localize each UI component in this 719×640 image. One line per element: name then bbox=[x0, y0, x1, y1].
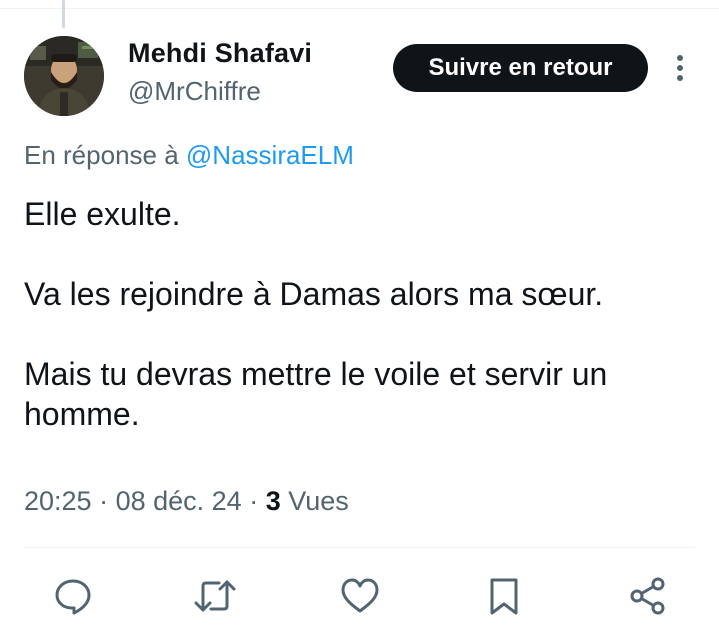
meta-separator: · bbox=[99, 486, 116, 516]
tweet-date[interactable]: 08 déc. 24 bbox=[116, 486, 242, 516]
share-icon bbox=[630, 577, 665, 615]
actions-divider bbox=[24, 547, 695, 548]
reply-prefix: En réponse à bbox=[24, 140, 179, 170]
action-bar bbox=[0, 574, 719, 618]
retweet-icon bbox=[194, 580, 236, 612]
avatar[interactable] bbox=[24, 36, 104, 116]
reply-button[interactable] bbox=[51, 574, 95, 618]
meta-separator: · bbox=[249, 486, 266, 516]
tweet-time[interactable]: 20:25 bbox=[24, 486, 92, 516]
tweet-meta: 20:25 · 08 déc. 24 · 3 Vues bbox=[24, 486, 349, 517]
bookmark-icon bbox=[490, 578, 518, 615]
tweet-text: Elle exulte. Va les rejoindre à Damas al… bbox=[24, 194, 704, 434]
follow-back-button[interactable]: Suivre en retour bbox=[393, 44, 648, 92]
author-handle[interactable]: @MrChiffre bbox=[128, 76, 261, 107]
tweet-paragraph: Elle exulte. bbox=[24, 196, 181, 232]
retweet-button[interactable] bbox=[193, 574, 237, 618]
top-divider bbox=[0, 8, 719, 9]
like-icon bbox=[341, 578, 379, 613]
thread-connector-line bbox=[62, 0, 65, 28]
reply-context: En réponse à @NassiraELM bbox=[24, 140, 354, 171]
more-options-icon[interactable] bbox=[668, 52, 692, 84]
reply-mention-link[interactable]: @NassiraELM bbox=[186, 140, 354, 170]
bookmark-button[interactable] bbox=[482, 574, 526, 618]
share-button[interactable] bbox=[626, 574, 670, 618]
author-name[interactable]: Mehdi Shafavi bbox=[128, 38, 312, 69]
like-button[interactable] bbox=[338, 574, 382, 618]
views-count: 3 bbox=[265, 486, 281, 516]
tweet-paragraph: Va les rejoindre à Damas alors ma sœur. bbox=[24, 276, 604, 312]
tweet-paragraph: Mais tu devras mettre le voile et servir… bbox=[24, 356, 608, 432]
views-label: Vues bbox=[288, 486, 349, 516]
reply-icon bbox=[55, 579, 91, 615]
